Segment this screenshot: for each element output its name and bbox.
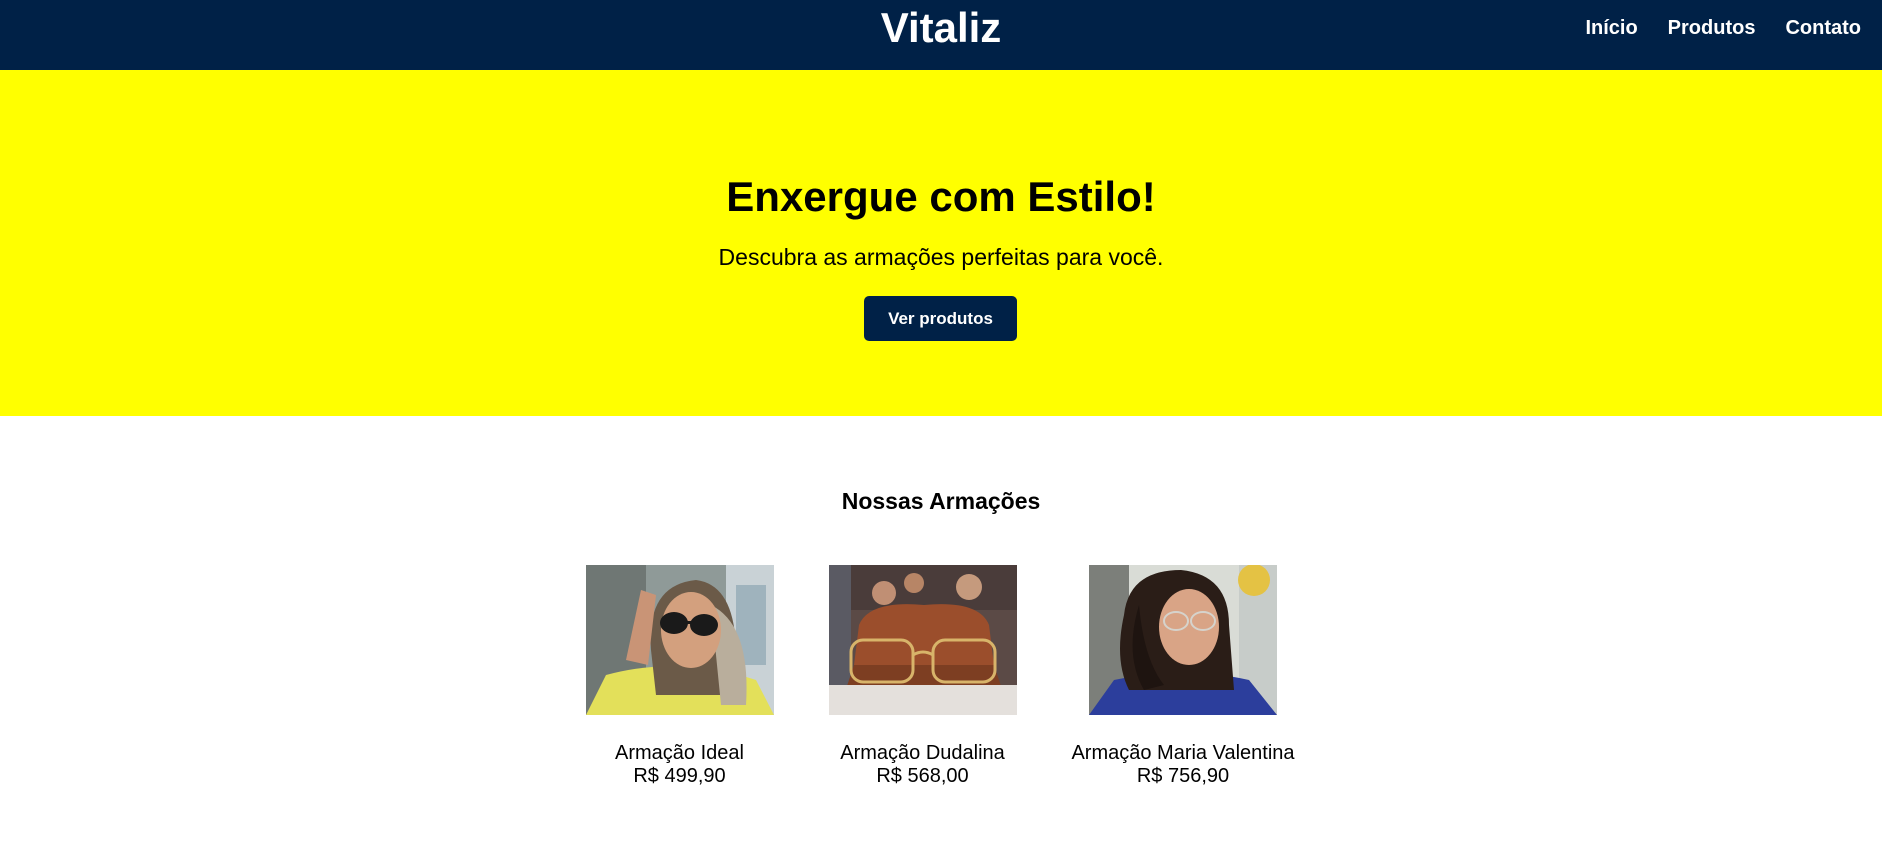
product-card[interactable]: Armação Maria Valentina R$ 756,90 — [1053, 565, 1313, 788]
hero-title: Enxergue com Estilo! — [726, 173, 1156, 220]
view-products-button[interactable]: Ver produtos — [864, 296, 1017, 341]
nav-link-inicio[interactable]: Início — [1585, 17, 1637, 40]
products-section-title: Nossas Armações — [841, 488, 1041, 514]
nav-link-contato[interactable]: Contato — [1785, 17, 1861, 40]
product-image — [1089, 565, 1277, 715]
product-price: R$ 499,90 — [633, 765, 726, 787]
product-photo-woman-curly-hair[interactable] — [1089, 565, 1277, 715]
product-image — [828, 565, 1017, 715]
product-price: R$ 568,00 — [876, 765, 969, 787]
nav-link-produtos[interactable]: Produtos — [1668, 17, 1756, 40]
product-photo-glasses-case[interactable] — [828, 565, 1017, 715]
main-nav: Início Produtos Contato — [1555, 0, 1861, 56]
product-price: R$ 756,90 — [1136, 765, 1230, 787]
product-name: Armação Ideal — [615, 742, 744, 764]
site-header: Vitaliz Início Produtos Contato — [0, 0, 1882, 70]
product-image — [585, 565, 774, 715]
hero-subtitle: Descubra as armações perfeitas para você… — [718, 244, 1164, 270]
product-name: Armação Maria Valentina — [1071, 742, 1295, 764]
product-card[interactable]: Armação Ideal R$ 499,90 — [567, 565, 792, 788]
product-card[interactable]: Armação Dudalina R$ 568,00 — [810, 565, 1035, 788]
product-name: Armação Dudalina — [840, 742, 1005, 764]
product-photo-woman-sunglasses[interactable] — [585, 565, 774, 715]
hero-banner: Enxergue com Estilo! Descubra as armaçõe… — [0, 70, 1882, 416]
